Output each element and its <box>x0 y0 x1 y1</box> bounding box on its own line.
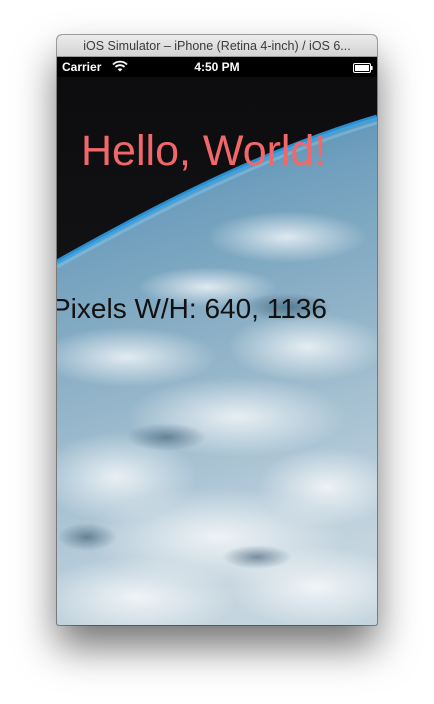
status-bar: Carrier 4:50 PM <box>57 57 377 77</box>
device-screen[interactable]: Carrier 4:50 PM Hello, World! Pixels W/H… <box>57 57 377 625</box>
pixels-label: Pixels W/H: 640, 1136 <box>57 293 327 324</box>
battery-icon <box>353 62 373 76</box>
simulator-window: iOS Simulator – iPhone (Retina 4-inch) /… <box>57 35 377 625</box>
status-time: 4:50 PM <box>194 60 240 74</box>
hello-world-label: Hello, World! <box>81 127 327 175</box>
window-title: iOS Simulator – iPhone (Retina 4-inch) /… <box>57 35 377 57</box>
